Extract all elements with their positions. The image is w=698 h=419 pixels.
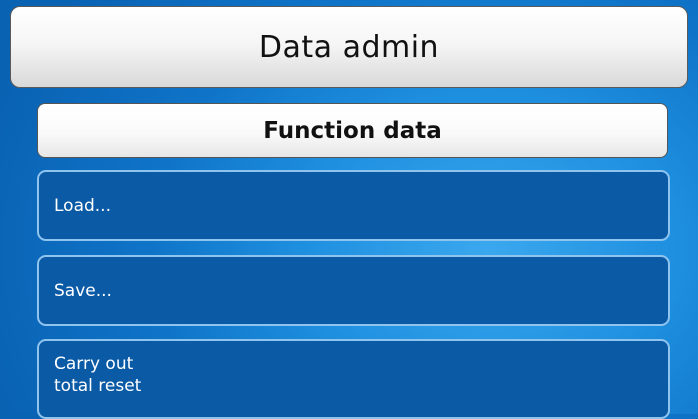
total-reset-label-line2: total reset [54, 376, 142, 396]
section-header: Function data [37, 103, 668, 158]
save-button[interactable]: Save... [37, 255, 670, 326]
load-button-label: Load... [54, 195, 111, 216]
title-bar: Data admin [10, 6, 688, 88]
page-title: Data admin [258, 29, 440, 65]
load-button[interactable]: Load... [37, 170, 670, 241]
total-reset-button[interactable]: Carry out total reset [37, 339, 670, 419]
section-title: Function data [263, 117, 442, 144]
total-reset-label-line1: Carry out [54, 354, 134, 374]
save-button-label: Save... [54, 280, 112, 301]
